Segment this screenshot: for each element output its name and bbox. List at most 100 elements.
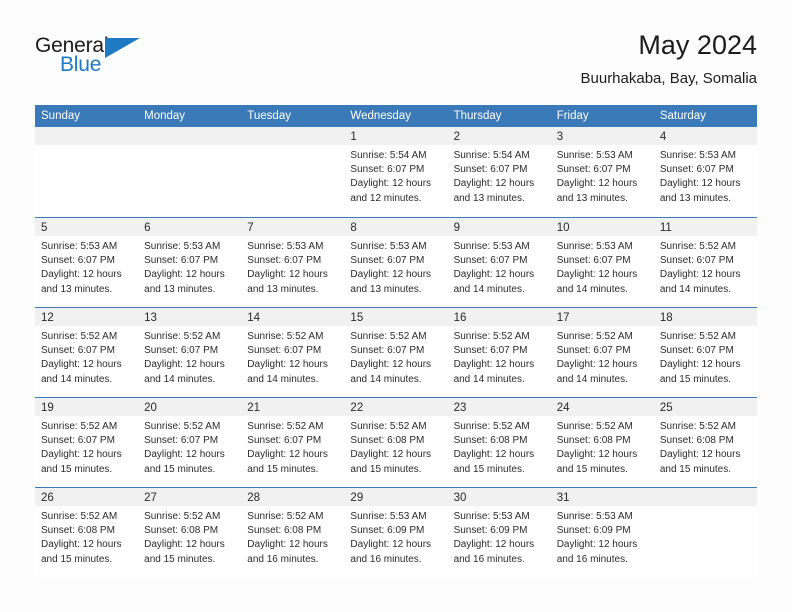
day-detail-line: Daylight: 12 hours — [659, 449, 741, 461]
day-detail-line: Daylight: 12 hours — [453, 178, 535, 190]
day-cell[interactable]: 25 Sunrise: 5:52 AM Sunset: 6:08 PM Dayligh… — [653, 398, 757, 487]
day-cell[interactable]: 7 Sunrise: 5:53 AM Sunset: 6:07 PM Daylight… — [241, 218, 345, 307]
weekday-header-saturday: Saturday — [659, 110, 706, 122]
day-detail-line: Daylight: 12 hours — [556, 359, 638, 371]
day-cell[interactable]: 1 Sunrise: 5:54 AM Sunset: 6:07 PM Daylight… — [344, 127, 448, 217]
day-detail-line: Sunset: 6:07 PM — [659, 255, 734, 267]
day-cell[interactable]: 21 Sunrise: 5:52 AM Sunset: 6:07 PM Dayligh… — [241, 398, 345, 487]
day-number: 15 — [350, 312, 364, 324]
day-detail-line: Sunrise: 5:52 AM — [453, 331, 530, 342]
day-detail-line: and 16 minutes. — [247, 553, 319, 565]
day-cell[interactable]: 4 Sunrise: 5:53 AM Sunset: 6:07 PM Daylight… — [653, 127, 757, 217]
day-cell-empty — [653, 488, 757, 577]
day-cell[interactable]: 31 Sunrise: 5:53 AM Sunset: 6:09 PM Dayligh… — [550, 488, 654, 577]
day-cell[interactable]: 6 Sunrise: 5:53 AM Sunset: 6:07 PM Daylight… — [138, 218, 242, 307]
day-details: Sunrise: 5:52 AM Sunset: 6:08 PM Daylight:… — [241, 506, 344, 567]
day-cell[interactable]: 30 Sunrise: 5:53 AM Sunset: 6:09 PM Dayligh… — [447, 488, 551, 577]
day-detail-line: Sunset: 6:07 PM — [350, 345, 425, 357]
day-detail-line: Sunrise: 5:52 AM — [556, 331, 633, 342]
day-details: Sunrise: 5:52 AM Sunset: 6:07 PM Daylight:… — [35, 416, 138, 477]
day-number-band: 17 — [550, 308, 654, 326]
day-detail-line: Sunset: 6:08 PM — [350, 435, 425, 447]
day-detail-line: Sunset: 6:07 PM — [144, 255, 219, 267]
day-details: Sunrise: 5:54 AM Sunset: 6:07 PM Daylight:… — [344, 145, 447, 206]
day-number: 19 — [41, 402, 54, 414]
day-cell[interactable]: 16 Sunrise: 5:52 AM Sunset: 6:07 PM Dayligh… — [447, 308, 551, 397]
day-details: Sunrise: 5:53 AM Sunset: 6:07 PM Daylight:… — [241, 236, 344, 297]
day-cell[interactable]: 14 Sunrise: 5:52 AM Sunset: 6:07 PM Dayligh… — [241, 308, 345, 397]
day-cell[interactable]: 24 Sunrise: 5:52 AM Sunset: 6:08 PM Dayligh… — [550, 398, 654, 487]
day-number-band: 13 — [138, 308, 242, 326]
calendar-week-row: 19 Sunrise: 5:52 AM Sunset: 6:07 PM Dayligh… — [35, 397, 757, 487]
day-cell[interactable]: 12 Sunrise: 5:52 AM Sunset: 6:07 PM Dayligh… — [35, 308, 139, 397]
day-cell[interactable]: 11 Sunrise: 5:52 AM Sunset: 6:07 PM Dayligh… — [653, 218, 757, 307]
day-detail-line: Daylight: 12 hours — [41, 269, 122, 281]
day-cell[interactable]: 5 Sunrise: 5:53 AM Sunset: 6:07 PM Daylight… — [35, 218, 139, 307]
day-cell[interactable]: 18 Sunrise: 5:52 AM Sunset: 6:07 PM Dayligh… — [653, 308, 757, 397]
weekday-header-row: Sunday Monday Tuesday Wednesday Thursday Frid… — [35, 105, 757, 127]
day-detail-line: and 15 minutes. — [556, 463, 628, 475]
day-cell[interactable]: 20 Sunrise: 5:52 AM Sunset: 6:07 PM Dayligh… — [138, 398, 242, 487]
day-cell[interactable]: 29 Sunrise: 5:53 AM Sunset: 6:09 PM Dayligh… — [344, 488, 448, 577]
day-cell[interactable]: 3 Sunrise: 5:53 AM Sunset: 6:07 PM Daylight… — [550, 127, 654, 217]
logo-triangle-icon — [105, 38, 140, 58]
day-detail-line: and 14 minutes. — [453, 373, 525, 385]
day-detail-line: and 13 minutes. — [41, 283, 113, 295]
calendar-week-row: 12 Sunrise: 5:52 AM Sunset: 6:07 PM Dayligh… — [35, 307, 757, 397]
day-cell[interactable]: 8 Sunrise: 5:53 AM Sunset: 6:07 PM Daylight… — [344, 218, 448, 307]
day-number: 26 — [41, 492, 54, 504]
day-cell[interactable]: 23 Sunrise: 5:52 AM Sunset: 6:08 PM Dayligh… — [447, 398, 551, 487]
day-detail-line: and 12 minutes. — [350, 192, 422, 204]
day-detail-line: and 13 minutes. — [659, 192, 732, 204]
day-cell[interactable]: 9 Sunrise: 5:53 AM Sunset: 6:07 PM Daylight… — [447, 218, 551, 307]
day-number-band: 19 — [35, 398, 139, 416]
day-detail-line: Sunrise: 5:54 AM — [350, 150, 427, 161]
day-detail-line: Sunrise: 5:52 AM — [41, 511, 118, 522]
day-detail-line: Daylight: 12 hours — [556, 539, 638, 551]
day-detail-line: Daylight: 12 hours — [453, 539, 535, 551]
day-cell[interactable]: 13 Sunrise: 5:52 AM Sunset: 6:07 PM Dayligh… — [138, 308, 242, 397]
day-detail-line: Daylight: 12 hours — [41, 359, 122, 371]
day-number: 23 — [453, 402, 467, 414]
day-details: Sunrise: 5:52 AM Sunset: 6:07 PM Daylight:… — [344, 326, 447, 387]
day-number-band: 27 — [138, 488, 242, 506]
day-detail-line: Daylight: 12 hours — [247, 449, 328, 461]
day-cell[interactable]: 22 Sunrise: 5:52 AM Sunset: 6:08 PM Dayligh… — [344, 398, 448, 487]
day-cell[interactable]: 19 Sunrise: 5:52 AM Sunset: 6:07 PM Dayligh… — [35, 398, 139, 487]
day-detail-line: Sunrise: 5:52 AM — [659, 421, 736, 432]
day-detail-line: Sunrise: 5:52 AM — [247, 421, 324, 432]
day-detail-line: Daylight: 12 hours — [41, 539, 122, 551]
day-number-band: 24 — [550, 398, 654, 416]
day-detail-line: Daylight: 12 hours — [453, 269, 535, 281]
day-cell[interactable]: 10 Sunrise: 5:53 AM Sunset: 6:07 PM Dayligh… — [550, 218, 654, 307]
day-number: 2 — [453, 131, 460, 143]
day-detail-line: Daylight: 12 hours — [556, 178, 638, 190]
day-cell[interactable]: 28 Sunrise: 5:52 AM Sunset: 6:08 PM Dayligh… — [241, 488, 345, 577]
day-detail-line: and 14 minutes. — [556, 373, 628, 385]
day-number: 21 — [247, 402, 261, 414]
day-number-band: 18 — [653, 308, 757, 326]
day-detail-line: Daylight: 12 hours — [350, 178, 432, 190]
day-detail-line: Daylight: 12 hours — [350, 359, 432, 371]
day-detail-line: Daylight: 12 hours — [556, 449, 638, 461]
day-cell[interactable]: 2 Sunrise: 5:54 AM Sunset: 6:07 PM Daylight… — [447, 127, 551, 217]
day-number: 6 — [144, 222, 151, 234]
day-number: 29 — [350, 492, 364, 504]
day-detail-line: Daylight: 12 hours — [453, 359, 535, 371]
day-cell-empty — [241, 127, 345, 217]
day-details: Sunrise: 5:53 AM Sunset: 6:07 PM Daylight:… — [551, 236, 654, 297]
day-detail-line: Daylight: 12 hours — [41, 449, 122, 461]
general-blue-logo[interactable]: General Blue — [35, 34, 165, 82]
day-detail-line: Daylight: 12 hours — [144, 539, 225, 551]
calendar-page: General Blue May 2024 Buurhakaba, Bay, S… — [0, 0, 792, 612]
day-cell[interactable]: 27 Sunrise: 5:52 AM Sunset: 6:08 PM Dayligh… — [138, 488, 242, 577]
day-detail-line: Sunset: 6:07 PM — [453, 345, 528, 357]
day-number-band: 4 — [653, 127, 757, 145]
day-cell[interactable]: 15 Sunrise: 5:52 AM Sunset: 6:07 PM Dayligh… — [344, 308, 448, 397]
day-cell[interactable]: 26 Sunrise: 5:52 AM Sunset: 6:08 PM Dayligh… — [35, 488, 139, 577]
day-number-band: 28 — [241, 488, 345, 506]
day-detail-line: Sunrise: 5:53 AM — [556, 241, 633, 252]
day-cell[interactable]: 17 Sunrise: 5:52 AM Sunset: 6:07 PM Dayligh… — [550, 308, 654, 397]
day-number-band: 15 — [344, 308, 448, 326]
day-number: 10 — [556, 222, 570, 234]
